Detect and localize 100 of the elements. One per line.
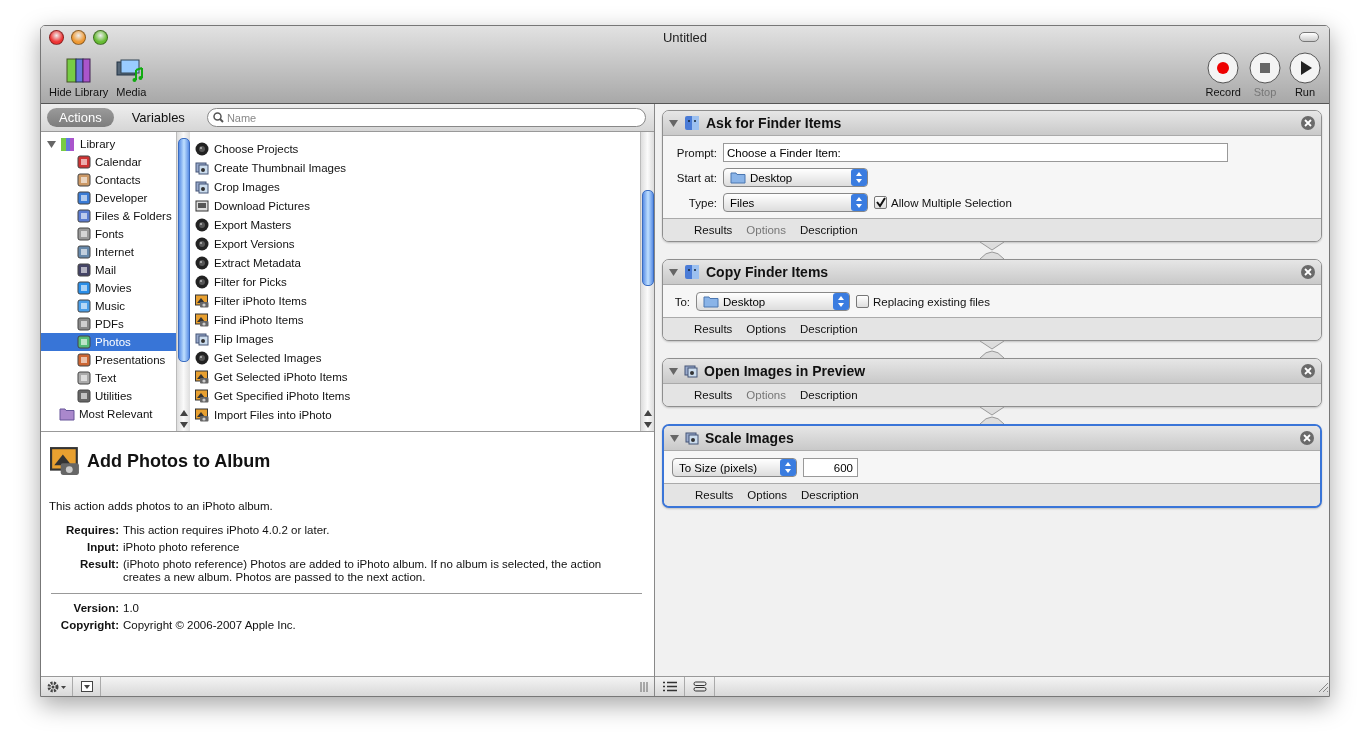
action-item[interactable]: Export Masters — [190, 215, 640, 234]
card-tab[interactable]: Description — [800, 323, 858, 335]
action-item[interactable]: Create Thumbnail Images — [190, 158, 640, 177]
tree-item[interactable]: Contacts — [41, 171, 176, 189]
action-item[interactable]: Flip Images — [190, 329, 640, 348]
close-icon[interactable] — [1300, 431, 1314, 445]
checkmark-icon — [875, 197, 886, 208]
camera-icon — [195, 407, 209, 422]
popup-button[interactable]: Files — [723, 193, 868, 212]
tree-item[interactable]: Internet — [41, 243, 176, 261]
field-label: Prompt: — [675, 146, 717, 159]
tree-item[interactable]: Movies — [41, 279, 176, 297]
scroll-arrows-icon[interactable] — [180, 409, 188, 429]
category-icon — [77, 245, 91, 259]
tree-item[interactable]: Music — [41, 297, 176, 315]
tree-item[interactable]: Calendar — [41, 153, 176, 171]
card-tab[interactable]: Results — [694, 323, 733, 335]
lens-icon — [195, 274, 209, 289]
card-tab[interactable]: Results — [694, 224, 733, 236]
card-tab[interactable]: Description — [800, 224, 858, 236]
action-item[interactable]: Import Files into iPhoto — [190, 405, 640, 424]
prompt-field[interactable]: Choose a Finder Item: — [723, 143, 1228, 162]
card-tab[interactable]: Results — [694, 389, 733, 401]
tree-item[interactable]: PDFs — [41, 315, 176, 333]
close-icon[interactable] — [1301, 265, 1315, 279]
search-field[interactable]: Name — [206, 108, 646, 127]
tree-item[interactable]: Text — [41, 369, 176, 387]
segment-tab[interactable]: Variables — [119, 108, 197, 127]
detail-value: iPhoto photo reference — [123, 540, 241, 555]
pictures-icon — [195, 331, 209, 346]
toolbar-toggle-button[interactable] — [1299, 32, 1319, 42]
toolbar-button[interactable]: Record — [1205, 52, 1241, 98]
action-item[interactable]: Extract Metadata — [190, 253, 640, 272]
card-tab[interactable]: Description — [801, 489, 859, 501]
action-label: Export Masters — [214, 218, 292, 231]
stepper-icon — [780, 459, 796, 476]
lens-icon — [195, 236, 209, 251]
resize-handle-icon[interactable] — [640, 681, 648, 692]
checkbox[interactable]: Replacing existing files — [856, 295, 990, 308]
toolbar-button[interactable]: Media — [116, 58, 147, 98]
card-tab[interactable]: Description — [800, 389, 858, 401]
close-icon[interactable] — [1301, 116, 1315, 130]
scrollbar[interactable] — [176, 132, 190, 431]
scroll-arrows-icon[interactable] — [644, 409, 652, 429]
toolbar-button[interactable]: Hide Library — [49, 56, 109, 98]
scrollbar[interactable] — [640, 132, 654, 431]
action-item[interactable]: Get Selected iPhoto Items — [190, 367, 640, 386]
lens-icon — [195, 350, 209, 365]
category-icon — [77, 173, 91, 187]
action-title: Copy Finder Items — [706, 264, 830, 280]
card-tab[interactable]: Options — [746, 323, 786, 335]
action-item[interactable]: Get Selected Images — [190, 348, 640, 367]
stop-icon — [1249, 52, 1281, 84]
detail-label: Version: — [72, 602, 119, 616]
tree-item[interactable]: Most Relevant — [41, 405, 176, 423]
detail-value: (iPhoto photo reference) Photos are added to iPhoto album. If no album is selected, the action creates a new album. Photos are passed to the next action. — [123, 557, 603, 586]
popup-button[interactable]: Desktop — [723, 168, 868, 187]
action-item[interactable]: Filter for Picks — [190, 272, 640, 291]
tree-item[interactable]: Mail — [41, 261, 176, 279]
close-button[interactable] — [49, 30, 64, 45]
toolbar-button[interactable]: Run — [1289, 52, 1321, 98]
disclosure-triangle-icon[interactable] — [669, 267, 678, 277]
tree-item[interactable]: Presentations — [41, 351, 176, 369]
disclosure-triangle-icon[interactable] — [669, 366, 678, 376]
size-field[interactable]: 600 — [803, 458, 858, 477]
action-label: Crop Images — [214, 180, 280, 193]
action-item[interactable]: Filter iPhoto Items — [190, 291, 640, 310]
category-icon — [77, 209, 91, 223]
tree-item[interactable]: Developer — [41, 189, 176, 207]
detail-label: Input: — [86, 540, 119, 555]
detail-value: 1.0 — [123, 602, 140, 616]
tree-item[interactable]: Files & Folders — [41, 207, 176, 225]
close-icon[interactable] — [1301, 364, 1315, 378]
category-icon — [77, 155, 91, 169]
popup-button[interactable]: To Size (pixels) — [672, 458, 797, 477]
disclosure-triangle-icon[interactable] — [47, 139, 56, 149]
lens-icon — [195, 255, 209, 270]
action-label: Filter for Picks — [214, 275, 287, 288]
category-icon — [77, 371, 91, 385]
tree-item[interactable]: Library — [41, 135, 176, 153]
resize-grip-icon[interactable] — [1317, 680, 1329, 693]
action-item[interactable]: Get Specified iPhoto Items — [190, 386, 640, 405]
disclosure-triangle-icon[interactable] — [669, 118, 678, 128]
action-label: Export Versions — [214, 237, 295, 250]
checkbox[interactable]: Allow Multiple Selection — [874, 196, 1012, 209]
action-item[interactable]: Download Pictures — [190, 196, 640, 215]
tree-item[interactable]: Photos — [41, 333, 176, 351]
action-item[interactable]: Crop Images — [190, 177, 640, 196]
tree-item[interactable]: Utilities — [41, 387, 176, 405]
disclosure-triangle-icon[interactable] — [670, 433, 679, 443]
card-tab[interactable]: Options — [747, 489, 787, 501]
action-item[interactable]: Find iPhoto Items — [190, 310, 640, 329]
action-item[interactable]: Choose Projects — [190, 139, 640, 158]
field-label: Type: — [687, 196, 717, 209]
action-item[interactable]: Export Versions — [190, 234, 640, 253]
zoom-button[interactable] — [93, 30, 108, 45]
card-tab[interactable]: Results — [695, 489, 734, 501]
minimize-button[interactable] — [71, 30, 86, 45]
popup-button[interactable]: Desktop — [696, 292, 850, 311]
tree-item[interactable]: Fonts — [41, 225, 176, 243]
